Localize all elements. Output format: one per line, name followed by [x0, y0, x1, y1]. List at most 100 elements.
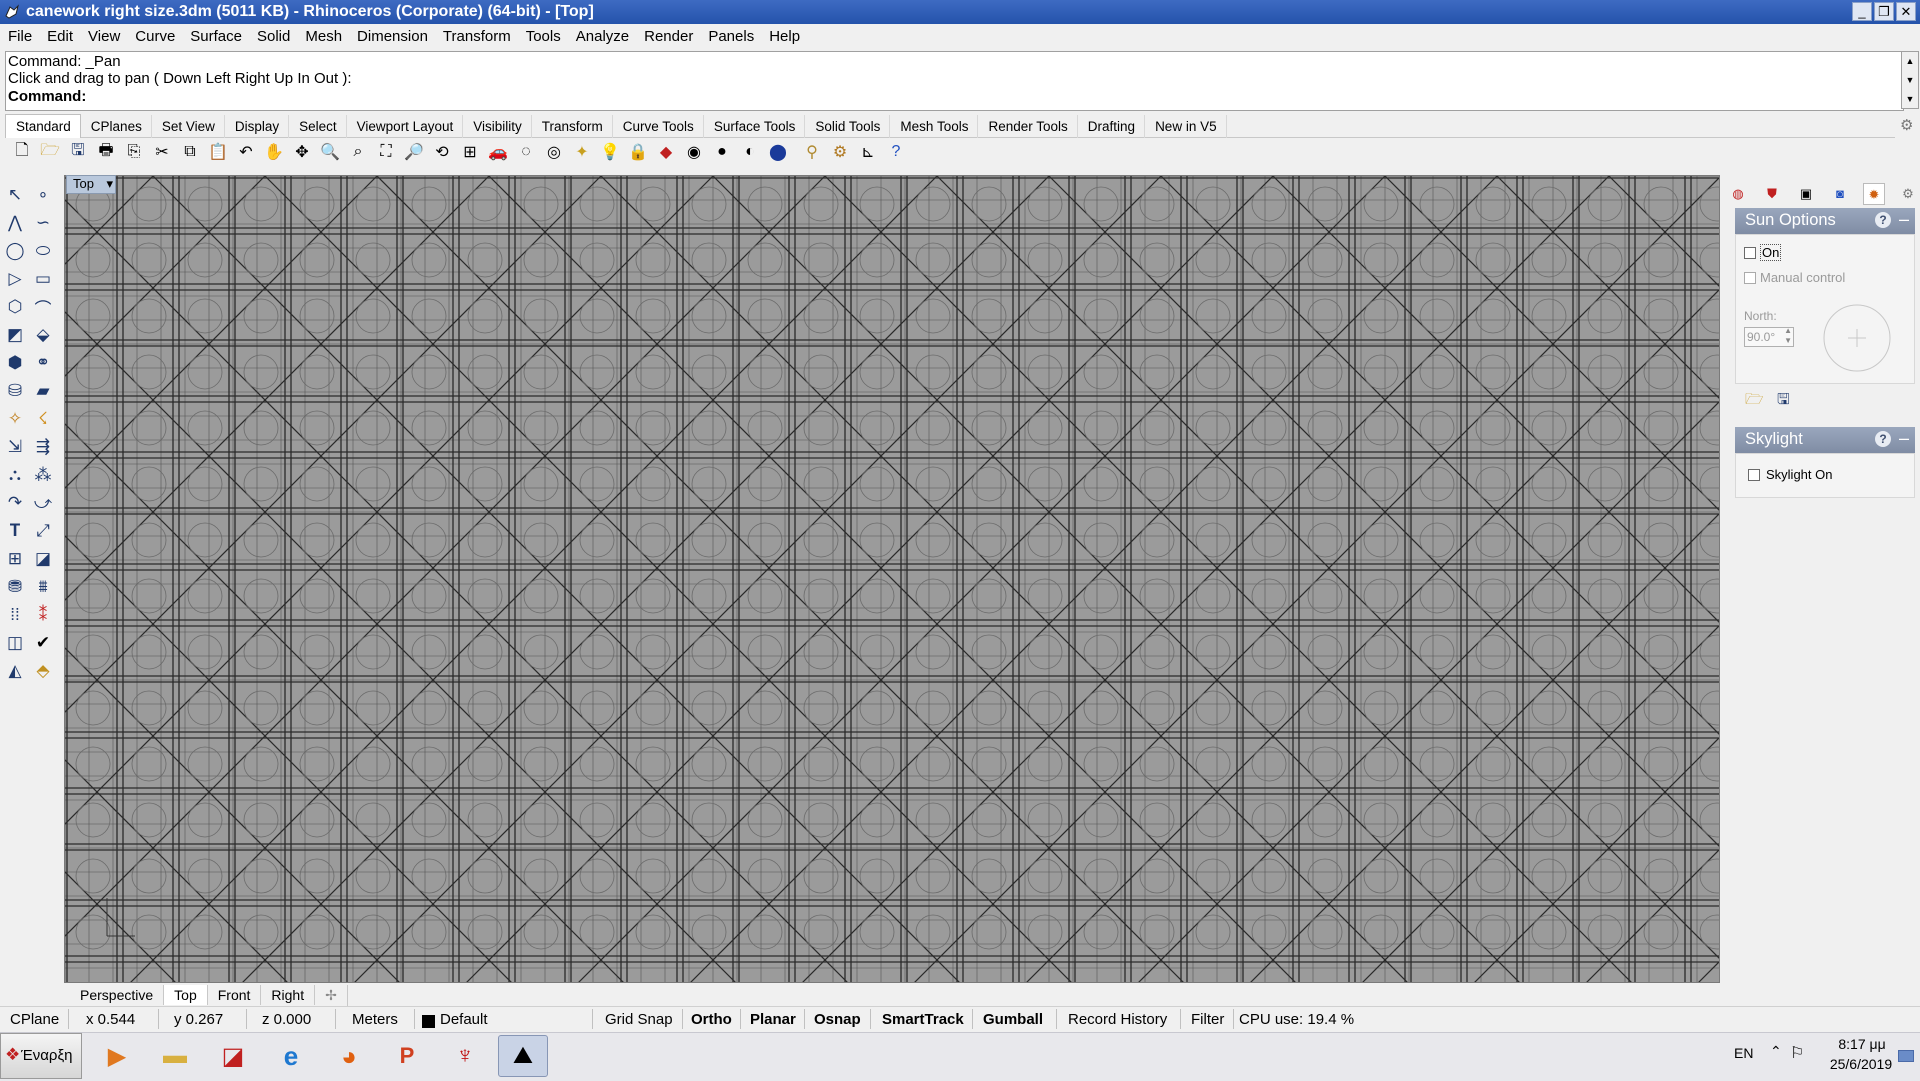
color-wheel-icon[interactable]: ◆ — [654, 140, 678, 164]
start-button[interactable]: ❖ Έναρξη — [0, 1033, 82, 1079]
circle-icon[interactable]: ◯ — [2, 238, 28, 264]
transform-icon[interactable]: ✧ — [2, 406, 28, 432]
skylight-on-checkbox[interactable] — [1748, 469, 1760, 481]
zoom-extents-icon[interactable]: ⛶ — [374, 140, 398, 164]
tab-surface-tools[interactable]: Surface Tools — [704, 115, 806, 138]
menu-solid[interactable]: Solid — [249, 24, 297, 45]
rotate-view-icon[interactable]: ✥ — [290, 140, 314, 164]
lock-icon[interactable]: 💡 — [598, 140, 622, 164]
zoom-window-icon[interactable]: ⌕ — [346, 140, 370, 164]
north-compass[interactable] — [1822, 303, 1892, 373]
select-arrow-icon[interactable]: ↖ — [2, 182, 28, 208]
tab-solid-tools[interactable]: Solid Tools — [805, 115, 891, 138]
tab-standard[interactable]: Standard — [5, 114, 81, 138]
display-icon[interactable]: ▣ — [1795, 183, 1817, 205]
new-icon[interactable]: 🗋 — [10, 140, 34, 164]
polygon-icon[interactable]: ⬡ — [2, 294, 28, 320]
settings-gear-icon[interactable]: ⚲ — [800, 140, 824, 164]
tray-expand-icon[interactable]: ⌃ — [1770, 1043, 1782, 1060]
command-scrollbar[interactable]: ▲ ▼ ▼ — [1901, 51, 1919, 109]
internet-explorer-icon[interactable]: e — [266, 1035, 316, 1077]
environment-icon[interactable]: ◙ — [1829, 183, 1851, 205]
viewport-tab-front[interactable]: Front — [208, 985, 262, 1005]
paint-icon[interactable]: ◫ — [2, 630, 28, 656]
menu-transform[interactable]: Transform — [435, 24, 518, 45]
cut-icon[interactable]: ✂ — [150, 140, 174, 164]
grid-icon[interactable]: ⁞⁞ — [2, 602, 28, 628]
file-explorer-icon[interactable]: ▬ — [150, 1035, 200, 1077]
tab-mesh-tools[interactable]: Mesh Tools — [890, 115, 979, 138]
menu-edit[interactable]: Edit — [39, 24, 80, 45]
tab-curve-tools[interactable]: Curve Tools — [613, 115, 704, 138]
extrude-icon[interactable]: ⬙ — [30, 322, 56, 348]
menu-curve[interactable]: Curve — [127, 24, 182, 45]
layer-icon[interactable]: ⩩ — [30, 574, 56, 600]
smarttrack-toggle[interactable]: SmartTrack — [882, 1011, 964, 1028]
dimension-icon[interactable]: ⤢ — [30, 518, 56, 544]
tab-transform[interactable]: Transform — [532, 115, 613, 138]
menu-tools[interactable]: Tools — [518, 24, 568, 45]
status-cplane[interactable]: CPlane — [10, 1011, 59, 1028]
tab-display[interactable]: Display — [225, 115, 290, 138]
acrobat-icon[interactable]: ♆ — [440, 1035, 490, 1077]
media-player-icon[interactable]: ▶ — [92, 1035, 142, 1077]
ellipse-icon[interactable]: ⬭ — [30, 238, 56, 264]
top-viewport[interactable] — [64, 175, 1720, 983]
collapse-icon[interactable]: – — [1897, 428, 1911, 449]
light-icon[interactable]: ☇ — [30, 406, 56, 432]
export-icon[interactable]: ⎘ — [122, 140, 146, 164]
menu-panels[interactable]: Panels — [700, 24, 761, 45]
viewport-tab-perspective[interactable]: Perspective — [70, 985, 165, 1005]
tab-select[interactable]: Select — [289, 115, 347, 138]
render-icon[interactable]: ⛃ — [2, 574, 28, 600]
show-icon[interactable]: ◎ — [542, 140, 566, 164]
gumball-toggle[interactable]: Gumball — [983, 1011, 1043, 1028]
viewport-tab-top[interactable]: Top — [164, 985, 208, 1005]
tab-set-view[interactable]: Set View — [152, 115, 225, 138]
tab-viewport-layout[interactable]: Viewport Layout — [347, 115, 464, 138]
car-icon[interactable]: 🚗 — [486, 140, 510, 164]
render-sphere-icon[interactable]: ◐ — [738, 140, 762, 164]
fillet-icon[interactable]: ⌒ — [30, 294, 56, 320]
osnap-toggle[interactable]: Osnap — [814, 1011, 861, 1028]
pan-icon[interactable]: ✋ — [262, 140, 286, 164]
save-icon[interactable]: 🖫 — [66, 140, 90, 164]
zoom-icon[interactable]: 🔍 — [318, 140, 342, 164]
toolbar-options-gear-icon[interactable]: ⚙ — [1900, 116, 1913, 134]
menu-surface[interactable]: Surface — [182, 24, 249, 45]
command-history[interactable]: Command: _Pan Click and drag to pan ( Do… — [5, 51, 1904, 111]
ortho-toggle[interactable]: Ortho — [691, 1011, 732, 1028]
restore-button[interactable]: ❐ — [1874, 2, 1894, 21]
curve-icon[interactable]: ∽ — [30, 210, 56, 236]
scroll-up-icon[interactable]: ▲ — [1902, 52, 1918, 70]
shaded-icon[interactable]: ◉ — [682, 140, 706, 164]
tab-new-in-v5[interactable]: New in V5 — [1145, 115, 1227, 138]
show-desktop-icon[interactable] — [1898, 1050, 1914, 1062]
point-icon[interactable]: ∘ — [30, 182, 56, 208]
panel-gear-icon[interactable]: ⚙ — [1897, 183, 1919, 205]
minimize-button[interactable]: _ — [1852, 2, 1872, 21]
polyline-icon[interactable]: ⋀ — [2, 210, 28, 236]
open-icon[interactable]: 🗁 — [38, 140, 62, 164]
tab-visibility[interactable]: Visibility — [463, 115, 532, 138]
tab-render-tools[interactable]: Render Tools — [978, 115, 1078, 138]
rendered-icon[interactable]: ● — [710, 140, 734, 164]
language-indicator[interactable]: EN — [1734, 1045, 1753, 1061]
help-icon[interactable]: ? — [884, 140, 908, 164]
mesh-icon[interactable]: ▰ — [30, 378, 56, 404]
clock-date[interactable]: 25/6/2019 — [1826, 1056, 1896, 1072]
viewport-canvas[interactable] — [65, 176, 1720, 983]
help-icon[interactable]: ? — [1875, 431, 1891, 447]
scroll-down-icon[interactable]: ▼ — [1902, 71, 1918, 89]
undo-icon[interactable]: ↶ — [234, 140, 258, 164]
rectangle-icon[interactable]: ▭ — [30, 266, 56, 292]
menu-dimension[interactable]: Dimension — [349, 24, 435, 45]
block-icon[interactable]: ⊞ — [2, 546, 28, 572]
boolean-icon[interactable]: ⚭ — [30, 350, 56, 376]
powerpoint-icon[interactable]: P — [382, 1035, 432, 1077]
menu-file[interactable]: File — [0, 24, 39, 45]
image-viewer-icon[interactable]: ◪ — [208, 1035, 258, 1077]
group-icon[interactable]: ⛬ — [2, 462, 28, 488]
scroll-down-icon[interactable]: ▼ — [1902, 90, 1918, 108]
cylinder-icon[interactable]: ⛁ — [2, 378, 28, 404]
